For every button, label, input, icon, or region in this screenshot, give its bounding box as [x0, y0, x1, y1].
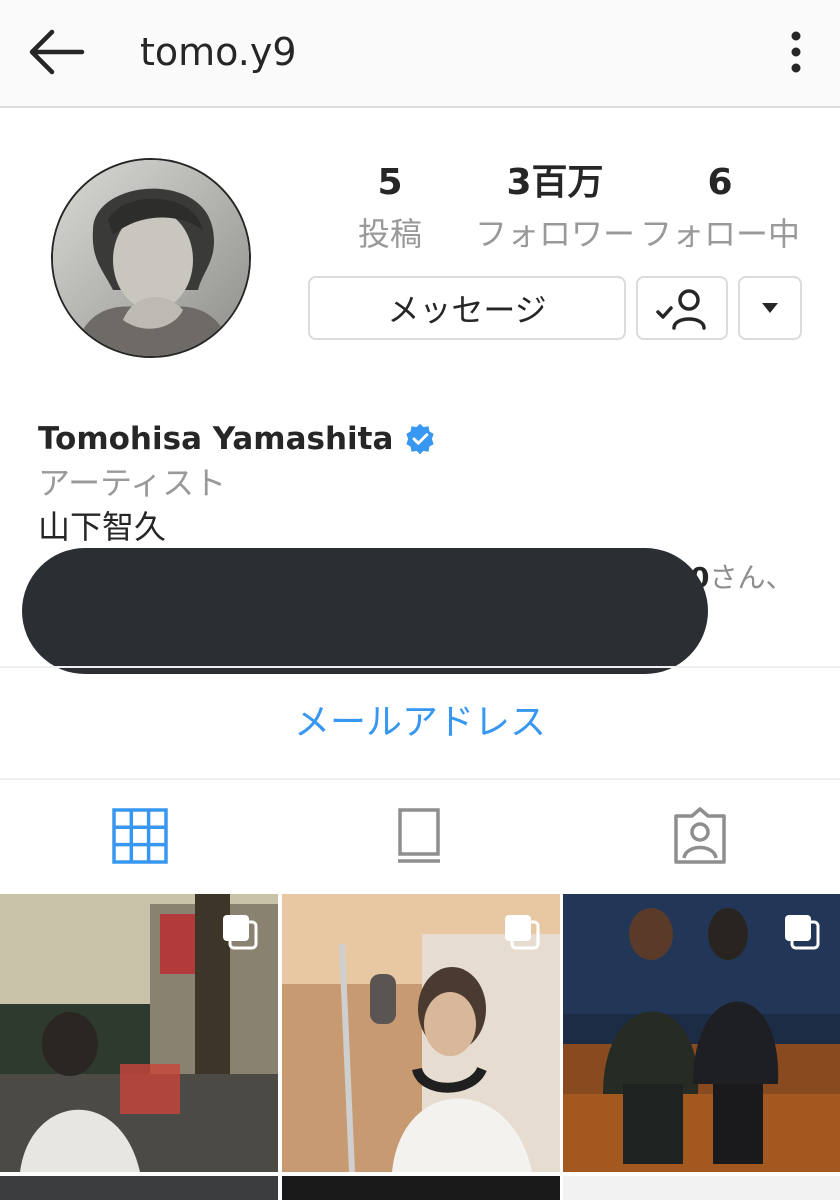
post-thumbnail[interactable] [563, 1176, 840, 1200]
email-contact-button[interactable]: メールアドレス [0, 700, 840, 746]
post-thumbnail[interactable] [563, 894, 840, 1172]
tab-grid[interactable] [110, 806, 170, 866]
followers-stat[interactable]: 3百万 フォロワー [470, 160, 640, 256]
tagged-person-icon [674, 807, 726, 864]
followed-by-suffix: さん、 [709, 561, 794, 594]
multi-photo-icon [785, 915, 820, 950]
back-button[interactable] [24, 24, 88, 80]
verified-badge-icon [406, 423, 435, 455]
more-vertical-icon [791, 31, 801, 73]
person-check-icon [656, 289, 706, 330]
arrow-left-icon [29, 29, 85, 75]
top-bar: tomo.y9 [0, 0, 840, 108]
tab-feed[interactable] [388, 806, 448, 866]
more-options-button[interactable] [780, 26, 812, 78]
multi-photo-icon [505, 915, 540, 950]
following-stat[interactable]: 6 フォロー中 [640, 160, 800, 256]
post-thumbnail[interactable] [0, 1176, 278, 1200]
followers-count: 3百万 [506, 162, 604, 203]
following-count: 6 [707, 162, 733, 203]
followers-label: フォロワー [474, 215, 635, 253]
profile-full-name-row: Tomohisa Yamashita [38, 418, 437, 460]
redaction-mark [22, 548, 708, 674]
post-thumbnail[interactable] [282, 1176, 560, 1200]
posts-count: 5 [377, 162, 403, 203]
following-button[interactable] [636, 276, 728, 340]
multi-photo-icon [223, 915, 258, 950]
caret-down-icon [762, 303, 778, 313]
message-button[interactable]: メッセージ [308, 276, 626, 340]
divider [0, 666, 840, 668]
following-label: フォロー中 [640, 215, 801, 253]
post-thumbnail[interactable] [0, 894, 278, 1172]
divider [0, 778, 840, 780]
profile-username: tomo.y9 [140, 30, 297, 74]
profile-full-name: Tomohisa Yamashita [38, 421, 394, 457]
posts-stat[interactable]: 5 投稿 [340, 160, 440, 256]
profile-avatar[interactable] [51, 158, 251, 358]
followed-by-text[interactable]: 0さん、 [690, 558, 794, 598]
posts-label: 投稿 [357, 215, 422, 253]
feed-icon [398, 808, 440, 863]
suggestions-dropdown-button[interactable] [738, 276, 802, 340]
profile-bio: 山下智久 [38, 508, 167, 546]
tab-tagged[interactable] [670, 806, 730, 866]
profile-category: アーティスト [38, 464, 227, 502]
grid-icon [112, 808, 168, 864]
post-thumbnail[interactable] [282, 894, 560, 1172]
